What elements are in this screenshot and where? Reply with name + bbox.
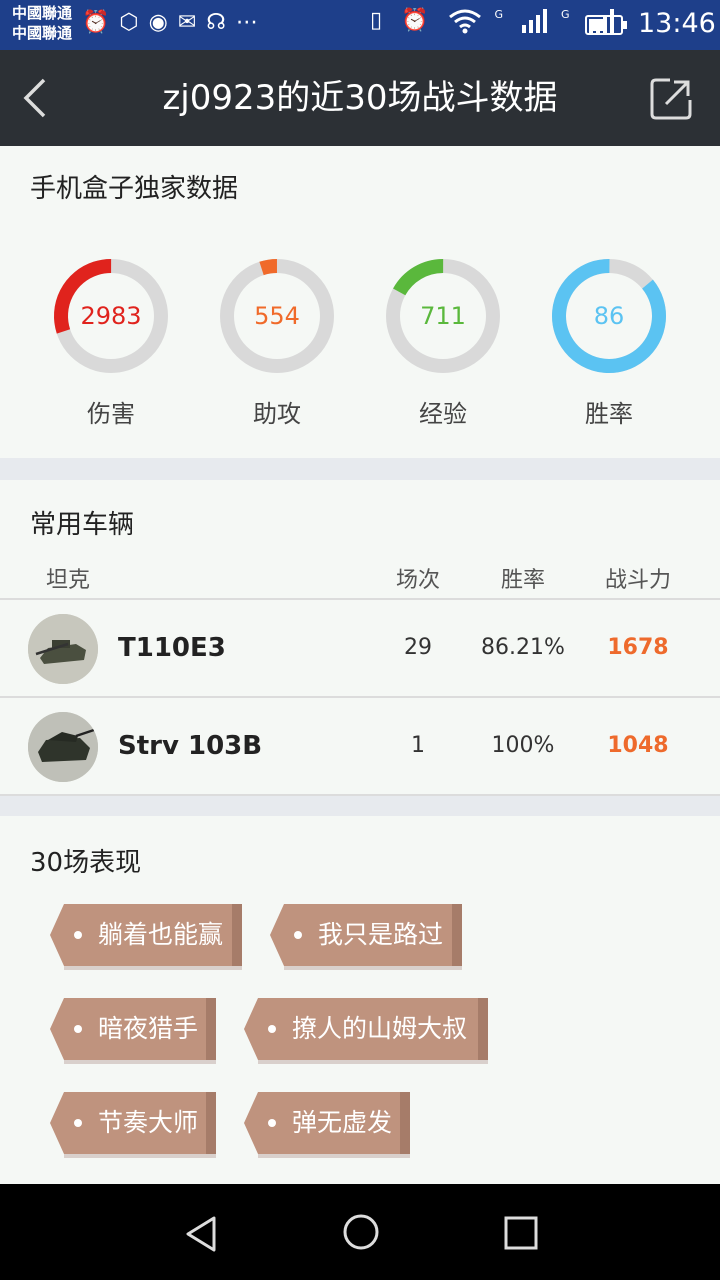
- performance-section: 30场表现 躺着也能赢 我只是路过 暗夜猎手 撩人的山姆大叔 节奏大师 弹无虚发: [0, 816, 720, 1184]
- exclusive-data-section: 手机盒子独家数据 2983 伤害 554 助攻 711 经验 86 胜率: [0, 146, 720, 458]
- chevron-left-icon: [23, 78, 46, 118]
- tank-avatar: [28, 614, 98, 684]
- performance-tag[interactable]: 我只是路过: [270, 904, 462, 966]
- page-title: zj0923的近30场战斗数据: [162, 78, 558, 118]
- status-bar: 中國聯通 中國聯通 ⏰⬡◉✉☊⋯ ▯ ⏰ G G 13:46: [0, 0, 720, 50]
- gauge-label: 经验: [419, 400, 467, 428]
- tank-image-icon: [28, 712, 98, 782]
- wechat-icon: ✉: [177, 10, 207, 35]
- navigation-bar: [0, 1184, 720, 1280]
- winrate-value: 100%: [491, 733, 555, 758]
- table-row[interactable]: T110E3 29 86.21% 1678: [0, 600, 720, 696]
- tank-name: Strv 103B: [118, 731, 263, 761]
- performance-tag[interactable]: 暗夜猎手: [50, 998, 216, 1060]
- tag-hole: [74, 1119, 82, 1127]
- power-value: 1048: [607, 733, 669, 758]
- battles-value: 1: [411, 733, 425, 758]
- headset-icon: ☊: [206, 10, 236, 35]
- section-divider: [0, 458, 720, 480]
- performance-tag[interactable]: 撩人的山姆大叔: [244, 998, 488, 1060]
- tag-label: 躺着也能赢: [98, 920, 224, 949]
- alarm-icon: ⏰: [401, 8, 435, 33]
- title-bar: zj0923的近30场战斗数据: [0, 50, 720, 146]
- gauge-label: 伤害: [87, 400, 135, 428]
- signal-icon: [522, 9, 548, 33]
- battery-level: [589, 19, 603, 31]
- more-dots-icon: ⋯: [235, 10, 268, 35]
- network-type-label: G: [561, 8, 576, 21]
- tag-hole: [74, 1025, 82, 1033]
- winrate-value: 86.21%: [481, 635, 565, 660]
- tag-hole: [268, 1119, 276, 1127]
- performance-tag[interactable]: 节奏大师: [50, 1092, 216, 1154]
- power-value: 1678: [607, 635, 669, 660]
- tag-label: 我只是路过: [318, 920, 444, 949]
- column-header-winrate: 胜率: [500, 568, 545, 593]
- gauge-winrate: 86 胜率: [549, 256, 669, 429]
- alarm-icon: ⏰: [82, 10, 120, 35]
- back-triangle-icon[interactable]: [182, 1214, 222, 1254]
- column-header-power: 战斗力: [604, 568, 671, 593]
- performance-tag[interactable]: 躺着也能赢: [50, 904, 242, 966]
- gauge-value: 554: [254, 302, 300, 330]
- gauge-value: 2983: [80, 302, 142, 330]
- section-divider: [0, 796, 720, 816]
- tag-hole: [74, 931, 82, 939]
- wifi-icon: [448, 9, 481, 34]
- system-icons: ▯ ⏰ G G: [370, 8, 615, 34]
- vehicles-section: 常用车辆 坦克 场次 胜率 战斗力 T110E3 29 86.21% 1678: [0, 480, 720, 796]
- carrier-label: 中國聯通 中國聯通: [12, 4, 73, 42]
- gauge-experience: 711 经验: [383, 256, 503, 429]
- network-type-label: G: [494, 8, 510, 21]
- gauge-damage: 2983 伤害: [51, 256, 171, 429]
- tag-hole: [294, 931, 302, 939]
- section-title: 手机盒子独家数据: [30, 174, 239, 204]
- share-button[interactable]: [646, 74, 696, 124]
- column-header-tank: 坦克: [46, 568, 91, 593]
- tag-label: 撩人的山姆大叔: [292, 1014, 468, 1043]
- hexagon-icon: ⬡: [119, 10, 149, 35]
- tag-label: 弹无虚发: [292, 1108, 393, 1137]
- table-row[interactable]: Strv 103B 1 100% 1048: [0, 698, 720, 794]
- battery-icon: [585, 15, 627, 35]
- section-title: 常用车辆: [30, 510, 135, 540]
- tag-label: 暗夜猎手: [98, 1014, 199, 1043]
- status-time: 13:46: [638, 8, 716, 39]
- tag-hole: [268, 1025, 276, 1033]
- tank-name: T110E3: [118, 633, 226, 663]
- recents-square-icon[interactable]: [502, 1214, 540, 1252]
- tank-image-icon: [28, 614, 98, 684]
- vibrate-icon: ▯: [370, 8, 389, 33]
- tag-label: 节奏大师: [98, 1108, 199, 1137]
- gauge-label: 助攻: [253, 400, 301, 428]
- home-circle-icon[interactable]: [341, 1212, 381, 1252]
- back-button[interactable]: [20, 72, 60, 124]
- chat-bubble-icon: ◉: [148, 10, 178, 35]
- column-header-battles: 场次: [395, 568, 440, 593]
- tank-avatar: [28, 712, 98, 782]
- notification-icons: ⏰⬡◉✉☊⋯: [82, 10, 268, 35]
- gauge-value: 86: [593, 302, 625, 330]
- performance-tag[interactable]: 弹无虚发: [244, 1092, 410, 1154]
- gauge-label: 胜率: [585, 400, 633, 428]
- gauge-value: 711: [420, 302, 466, 330]
- gauge-assist: 554 助攻: [217, 256, 337, 429]
- battles-value: 29: [404, 635, 432, 660]
- section-title: 30场表现: [30, 848, 142, 878]
- share-external-icon: [650, 78, 692, 120]
